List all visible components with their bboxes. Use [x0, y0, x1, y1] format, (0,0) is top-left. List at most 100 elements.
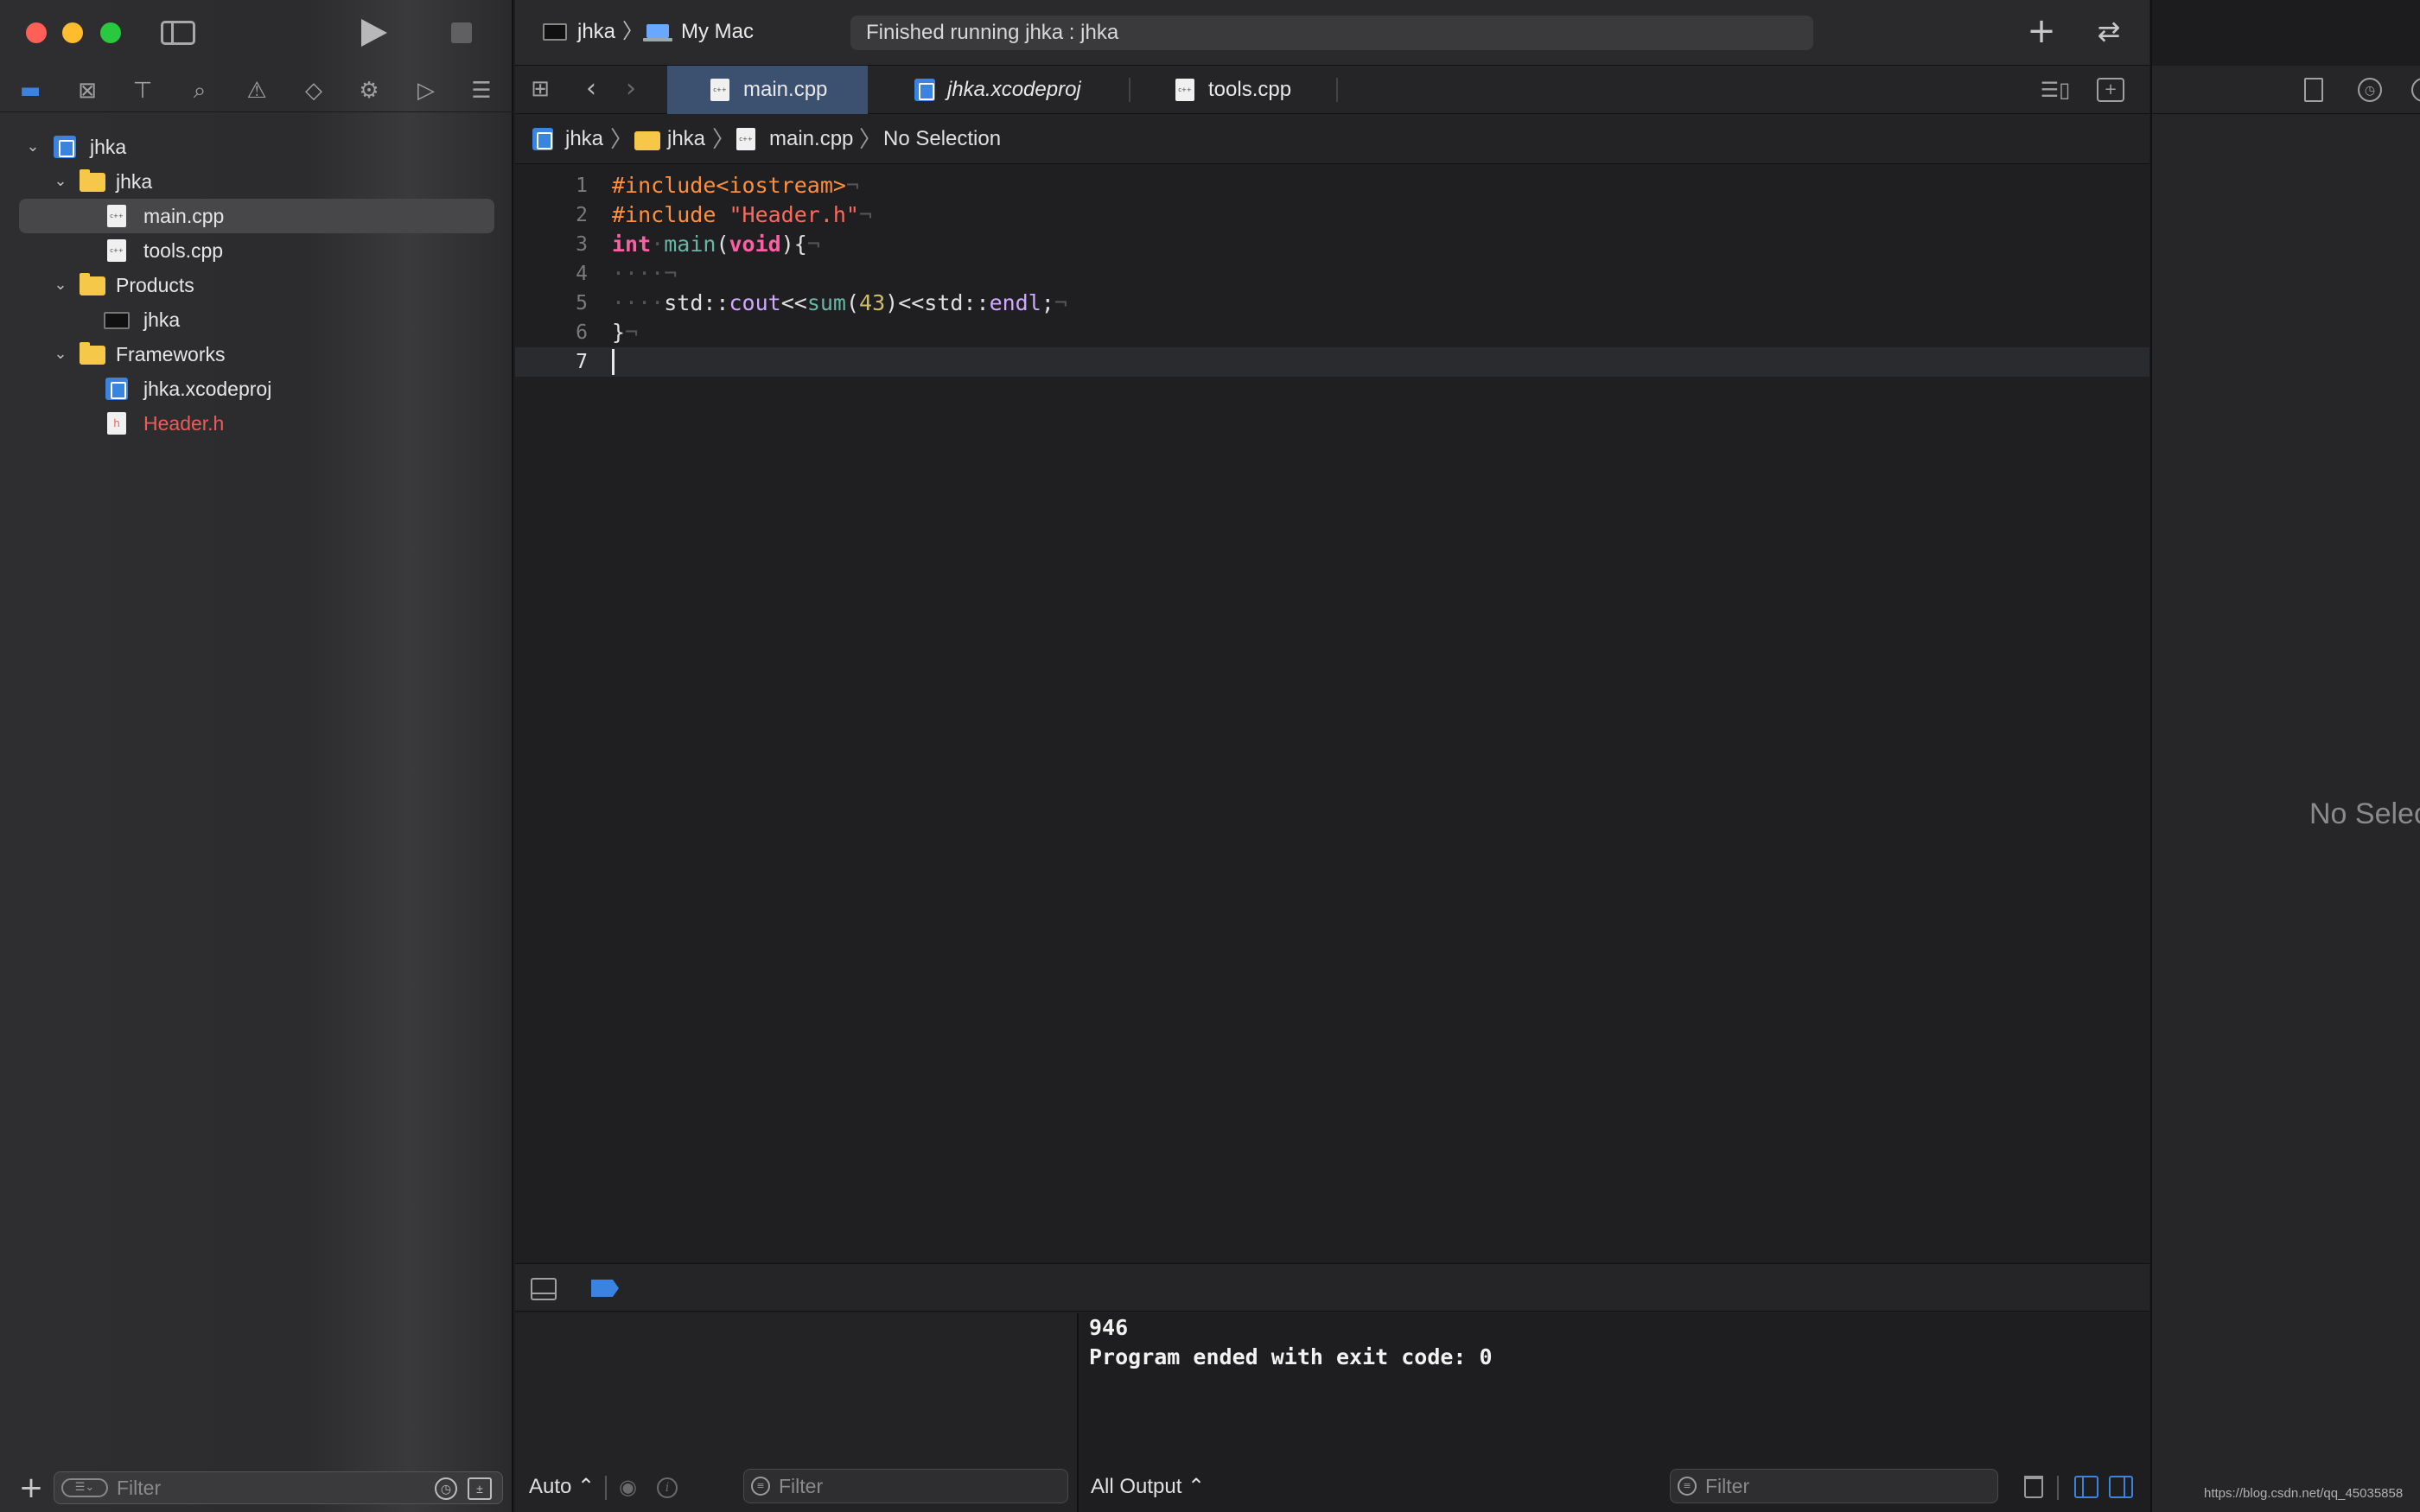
mac-laptop-icon[interactable]	[643, 24, 672, 41]
navigator-filter-input[interactable]	[117, 1472, 376, 1503]
jumpbar-symbol[interactable]: No Selection	[883, 114, 1001, 164]
chevron-down-icon[interactable]: ⌄	[52, 337, 69, 372]
scheme-selector[interactable]: jhka	[577, 17, 615, 47]
code-review-arrows-icon[interactable]: ⇄	[2088, 14, 2130, 48]
file-inspector-icon[interactable]	[2304, 78, 2323, 102]
report-navigator-icon[interactable]: ☰	[467, 78, 496, 104]
code-line[interactable]: 2 #include "Header.h"¬	[515, 200, 2149, 230]
info-icon[interactable]: i	[657, 1477, 678, 1498]
console-filter-input[interactable]	[1705, 1470, 1913, 1502]
quick-help-icon[interactable]	[2411, 78, 2420, 102]
scheme-icon[interactable]	[543, 23, 567, 41]
close-window-button[interactable]	[26, 22, 47, 43]
code-token: )<<	[885, 290, 925, 315]
code-token: sum	[806, 290, 846, 315]
inspector-toolbar	[2152, 0, 2420, 66]
code-token: ;	[1041, 290, 1054, 315]
chevron-left-icon[interactable]: ‹	[581, 74, 602, 104]
source-editor[interactable]: 1 #include<iostream>¬ 2 #include "Header.h"…	[515, 164, 2149, 1261]
xcode-project-icon	[914, 79, 935, 101]
tree-item-frameworks[interactable]: ⌄ Frameworks	[17, 337, 501, 372]
issue-navigator-icon[interactable]: ⚠	[242, 78, 271, 104]
code-line[interactable]: 7	[515, 347, 2149, 377]
minimize-window-button[interactable]	[62, 22, 83, 43]
console-view[interactable]: 946 Program ended with exit code: 0 All …	[1080, 1313, 2149, 1512]
eye-icon[interactable]: ◉	[619, 1462, 637, 1512]
breakpoint-navigator-icon[interactable]: ▷	[411, 78, 441, 104]
text-cursor	[612, 349, 615, 375]
add-file-button[interactable]: +	[17, 1472, 45, 1503]
editor-options-icon[interactable]: ☰▯	[2036, 78, 2074, 102]
project-navigator-icon[interactable]: ▬	[16, 78, 45, 104]
related-items-grid-icon[interactable]: ⊞	[527, 76, 553, 102]
code-line[interactable]: 4 ····¬	[515, 259, 2149, 289]
jumpbar-project[interactable]: jhka	[565, 114, 603, 164]
tree-item-main-cpp[interactable]: c++ main.cpp	[19, 199, 494, 233]
code-token: endl	[989, 290, 1041, 315]
chevron-right-icon: 〉	[610, 126, 634, 152]
divider	[2057, 1476, 2059, 1500]
add-editor-icon[interactable]: +	[2097, 78, 2124, 102]
find-navigator-icon[interactable]: ⌕	[185, 78, 214, 104]
code-token: ¬	[1054, 290, 1067, 315]
tree-item-header-h[interactable]: h Header.h	[19, 406, 494, 441]
stop-button[interactable]	[451, 22, 472, 43]
tab-tools-cpp[interactable]: c++ tools.cpp	[1130, 66, 1850, 114]
show-variables-view-icon[interactable]	[2074, 1476, 2098, 1498]
trash-icon[interactable]	[2024, 1476, 2043, 1498]
hide-debug-area-icon[interactable]	[531, 1278, 557, 1300]
tree-item-product-executable[interactable]: jhka	[19, 302, 494, 337]
chevron-down-icon[interactable]: ⌄	[52, 268, 69, 302]
code-line[interactable]: 6}¬	[515, 318, 2149, 347]
tree-item-group-jhka[interactable]: ⌄ jhka	[17, 164, 501, 199]
filter-options-icon[interactable]: ☰⌄	[61, 1478, 108, 1497]
tab-label: tools.cpp	[1208, 78, 1292, 101]
code-line[interactable]: 1 #include<iostream>¬	[515, 171, 2149, 200]
test-navigator-icon[interactable]: ◇	[299, 78, 328, 104]
code-line[interactable]: 5 ····std::cout<<sum(43)<<std::endl;¬	[515, 289, 2149, 318]
variables-filter-input[interactable]	[779, 1470, 986, 1502]
recent-files-icon[interactable]: ◷	[435, 1477, 457, 1500]
tab-divider	[1336, 78, 1338, 102]
breakpoints-toggle-icon[interactable]	[591, 1280, 619, 1297]
chevron-right-icon[interactable]: ›	[621, 74, 641, 104]
jump-bar: jhka 〉 jhka 〉 c++ main.cpp 〉 No Selectio…	[515, 114, 2149, 164]
tree-item-project[interactable]: ⌄ jhka	[17, 130, 501, 164]
line-number: 3	[576, 233, 588, 256]
cpp-file-icon: c++	[107, 205, 126, 227]
code-token: ¬	[806, 232, 820, 257]
tab-main-cpp[interactable]: c++ main.cpp	[667, 66, 868, 114]
tree-item-tools-cpp[interactable]: c++ tools.cpp	[19, 233, 494, 268]
variables-scope-selector[interactable]: Auto ⌃	[529, 1462, 595, 1512]
zoom-window-button[interactable]	[100, 22, 121, 43]
filter-icon: ≡	[751, 1477, 770, 1496]
source-control-navigator-icon[interactable]: ⊠	[73, 78, 102, 104]
tab-xcodeproj[interactable]: jhka.xcodeproj	[869, 66, 1120, 114]
debug-navigator-icon[interactable]: ⚙	[354, 78, 384, 104]
navigator-panel: ▬ ⊠ ⊤ ⌕ ⚠ ◇ ⚙ ▷ ☰ ⌄ jhka ⌄ jhka c++ main…	[0, 0, 513, 1512]
chevron-down-icon[interactable]: ⌄	[52, 164, 69, 199]
console-filter-field: ≡	[1670, 1469, 1998, 1503]
sidebar-toggle-icon[interactable]	[161, 21, 195, 45]
code-text: ····std::cout<<sum(43)<<std::endl;¬	[612, 289, 1067, 318]
symbol-navigator-icon[interactable]: ⊤	[128, 78, 157, 104]
code-token: ·	[651, 232, 665, 257]
tree-item-products[interactable]: ⌄ Products	[17, 268, 501, 302]
tree-item-xcodeproj[interactable]: jhka.xcodeproj	[19, 372, 494, 406]
xcode-project-icon	[532, 128, 553, 150]
source-control-filter-icon[interactable]: ±	[468, 1477, 492, 1500]
jumpbar-file[interactable]: main.cpp	[769, 114, 853, 164]
xcode-project-icon	[105, 378, 128, 400]
code-line[interactable]: 3 int·main(void){¬	[515, 230, 2149, 259]
jumpbar-folder[interactable]: jhka	[667, 114, 705, 164]
chevron-down-icon[interactable]: ⌄	[24, 130, 41, 164]
destination-selector[interactable]: My Mac	[681, 17, 754, 47]
code-text: #include "Header.h"¬	[612, 200, 872, 230]
history-inspector-icon[interactable]: ◷	[2358, 78, 2382, 102]
code-token: ¬	[858, 202, 873, 227]
chevron-right-icon: 〉	[622, 20, 643, 43]
run-button[interactable]	[361, 19, 387, 47]
show-console-view-icon[interactable]	[2109, 1476, 2133, 1498]
library-plus-button[interactable]: +	[2024, 14, 2059, 48]
output-scope-selector[interactable]: All Output ⌃	[1091, 1462, 1205, 1512]
